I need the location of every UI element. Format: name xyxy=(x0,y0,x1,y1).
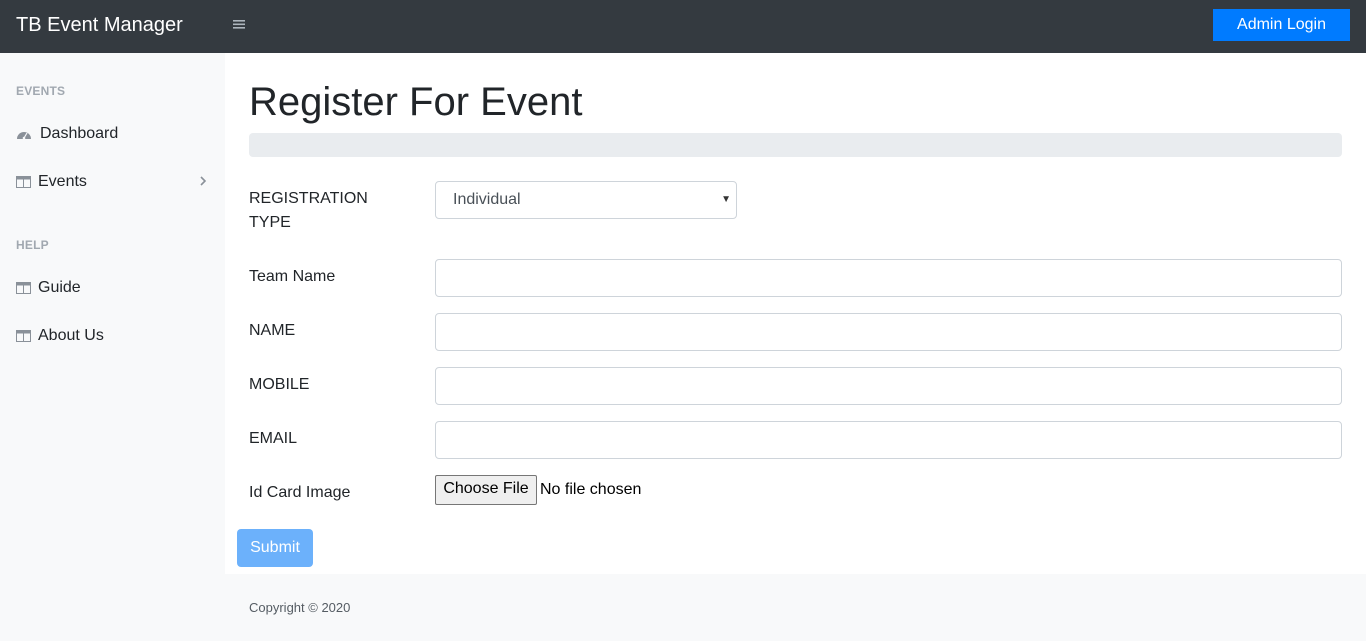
admin-login-button[interactable]: Admin Login xyxy=(1213,9,1350,41)
mobile-label: MOBILE xyxy=(249,376,310,393)
registration-type-label-line2: TYPE xyxy=(249,214,291,231)
file-status-text: No file chosen xyxy=(540,481,642,498)
table-icon xyxy=(16,281,31,294)
footer: Copyright © 2020 xyxy=(225,574,1366,641)
dashboard-gauge-icon xyxy=(16,127,31,140)
team-name-label: Team Name xyxy=(249,268,336,285)
sidebar-item-label: Guide xyxy=(38,279,81,296)
sidebar-item-about-us[interactable]: About Us xyxy=(0,316,225,356)
table-icon xyxy=(16,329,31,342)
registration-type-select[interactable]: Individual ▼ xyxy=(435,181,737,219)
submit-button[interactable]: Submit xyxy=(237,529,313,567)
chevron-right-icon xyxy=(198,173,208,189)
name-input[interactable] xyxy=(435,313,1342,351)
sidebar-item-label: About Us xyxy=(38,327,104,344)
hamburger-menu-icon[interactable] xyxy=(232,14,248,34)
email-label: EMAIL xyxy=(249,430,298,447)
sidebar-item-label: Events xyxy=(38,173,87,190)
sidebar: EVENTS Dashboard Events HELP Guide About… xyxy=(0,53,225,641)
registration-type-label-line1: REGISTRATION xyxy=(249,190,368,207)
team-name-input[interactable] xyxy=(435,259,1342,297)
copyright-text: Copyright © 2020 xyxy=(249,600,351,615)
page-title: Register For Event xyxy=(249,80,583,124)
id-card-image-label: Id Card Image xyxy=(249,484,351,501)
mobile-input[interactable] xyxy=(435,367,1342,405)
sidebar-item-dashboard[interactable]: Dashboard xyxy=(0,114,225,154)
sidebar-item-label: Dashboard xyxy=(40,125,119,142)
choose-file-button[interactable]: Choose File xyxy=(435,475,537,505)
sidebar-item-guide[interactable]: Guide xyxy=(0,268,225,308)
sidebar-item-events[interactable]: Events xyxy=(0,162,225,202)
breadcrumb xyxy=(249,133,1342,157)
table-icon xyxy=(16,175,31,188)
chevron-down-icon: ▼ xyxy=(721,194,731,205)
top-navbar: TB Event Manager Admin Login xyxy=(0,0,1366,53)
registration-type-selected-value: Individual xyxy=(453,191,521,208)
brand-title[interactable]: TB Event Manager xyxy=(16,13,183,37)
email-input[interactable] xyxy=(435,421,1342,459)
main-content: Register For Event REGISTRATION TYPE Ind… xyxy=(225,53,1366,574)
sidebar-heading-help: HELP xyxy=(16,238,49,252)
registration-type-label: REGISTRATION TYPE xyxy=(249,187,368,235)
name-label: NAME xyxy=(249,322,296,339)
sidebar-heading-events: EVENTS xyxy=(16,84,66,98)
